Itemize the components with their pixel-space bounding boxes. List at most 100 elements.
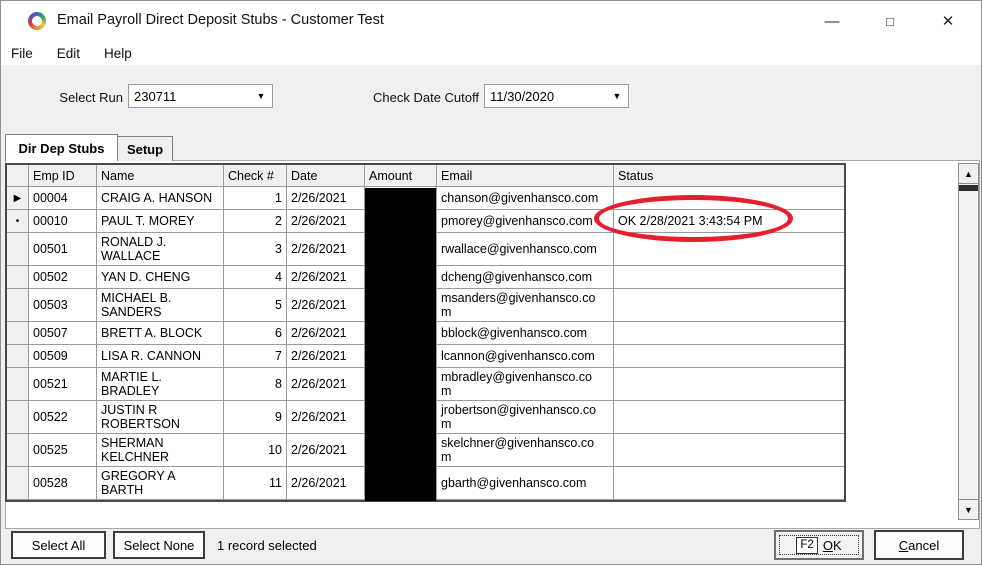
status-cell (614, 233, 844, 266)
status-cell (614, 289, 844, 322)
name-cell: JUSTIN R ROBERTSON (97, 401, 224, 434)
chevron-down-icon: ▼ (606, 91, 628, 101)
cancel-label: Cancel (899, 538, 939, 553)
date-cell: 2/26/2021 (287, 266, 365, 289)
name-cell: CRAIG A. HANSON (97, 187, 224, 210)
name-cell: YAN D. CHENG (97, 266, 224, 289)
menu-file[interactable]: File (11, 46, 43, 61)
ok-label: OK (823, 538, 842, 553)
check-number-cell: 1 (224, 187, 287, 210)
emp-id-cell: 00507 (29, 322, 97, 345)
date-cell: 2/26/2021 (287, 467, 365, 500)
close-icon: ✕ (942, 12, 955, 30)
ok-button[interactable]: F2 OK (774, 530, 864, 560)
emp-id-cell: 00004 (29, 187, 97, 210)
row-selector-cell[interactable] (7, 233, 29, 266)
date-cell: 2/26/2021 (287, 401, 365, 434)
select-none-button[interactable]: Select None (113, 531, 205, 559)
emp-id-cell: 00528 (29, 467, 97, 500)
date-cell: 2/26/2021 (287, 289, 365, 322)
header-emp-id[interactable]: Emp ID (29, 165, 97, 187)
check-number-cell: 9 (224, 401, 287, 434)
selection-status: 1 record selected (217, 538, 317, 553)
email-cell: pmorey@givenhansco.com (437, 210, 614, 233)
maximize-icon: □ (886, 14, 894, 29)
scroll-up-button[interactable]: ▲ (959, 164, 978, 184)
status-cell (614, 187, 844, 210)
status-cell (614, 345, 844, 368)
close-button[interactable]: ✕ (925, 1, 971, 41)
name-cell: MICHAEL B. SANDERS (97, 289, 224, 322)
select-all-button[interactable]: Select All (11, 531, 106, 559)
emp-id-cell: 00503 (29, 289, 97, 322)
status-cell (614, 368, 844, 401)
status-cell (614, 401, 844, 434)
email-cell: dcheng@givenhansco.com (437, 266, 614, 289)
emp-id-cell: 00521 (29, 368, 97, 401)
check-date-cutoff-label: Check Date Cutoff (359, 90, 479, 105)
select-run-dropdown[interactable]: 230711 ▼ (128, 84, 273, 108)
header-email[interactable]: Email (437, 165, 614, 187)
date-cell: 2/26/2021 (287, 187, 365, 210)
select-run-label: Select Run (31, 90, 123, 105)
tab-dir-dep-stubs[interactable]: Dir Dep Stubs (5, 134, 118, 161)
email-cell: chanson@givenhansco.com (437, 187, 614, 210)
email-cell: jrobertson@givenhansco.co m (437, 401, 614, 434)
maximize-button[interactable]: □ (867, 1, 913, 41)
date-cell: 2/26/2021 (287, 345, 365, 368)
check-number-cell: 8 (224, 368, 287, 401)
email-cell: lcannon@givenhansco.com (437, 345, 614, 368)
name-cell: GREGORY A BARTH (97, 467, 224, 500)
status-cell (614, 322, 844, 345)
grid-header-row: Emp ID Name Check # Date Amount Email St… (7, 165, 844, 187)
email-cell: rwallace@givenhansco.com (437, 233, 614, 266)
vertical-scrollbar[interactable]: ▲ ▼ (958, 163, 979, 520)
header-status[interactable]: Status (614, 165, 844, 187)
header-amount[interactable]: Amount (365, 165, 437, 187)
status-cell: OK 2/28/2021 3:43:54 PM (614, 210, 844, 233)
row-selector-cell[interactable]: • (7, 210, 29, 233)
check-number-cell: 3 (224, 233, 287, 266)
check-number-cell: 10 (224, 434, 287, 467)
menu-help[interactable]: Help (104, 46, 142, 61)
scroll-up-icon: ▲ (964, 169, 973, 179)
row-selector-cell[interactable] (7, 368, 29, 401)
check-number-cell: 11 (224, 467, 287, 500)
row-selector-cell[interactable] (7, 322, 29, 345)
emp-id-cell: 00010 (29, 210, 97, 233)
window-title: Email Payroll Direct Deposit Stubs - Cus… (57, 12, 384, 28)
email-cell: gbarth@givenhansco.com (437, 467, 614, 500)
scrollbar-thumb[interactable] (959, 185, 978, 191)
row-selector-cell[interactable] (7, 266, 29, 289)
header-selector-cell (7, 165, 29, 187)
check-number-cell: 6 (224, 322, 287, 345)
scroll-down-icon: ▼ (964, 505, 973, 515)
header-check[interactable]: Check # (224, 165, 287, 187)
status-cell (614, 467, 844, 500)
header-name[interactable]: Name (97, 165, 224, 187)
tab-setup[interactable]: Setup (118, 136, 173, 161)
row-selector-cell[interactable]: ▶ (7, 187, 29, 210)
row-selector-cell[interactable] (7, 345, 29, 368)
select-run-value: 230711 (129, 89, 250, 104)
row-selector-cell[interactable] (7, 434, 29, 467)
check-number-cell: 4 (224, 266, 287, 289)
minimize-button[interactable]: — (809, 1, 855, 41)
emp-id-cell: 00525 (29, 434, 97, 467)
check-number-cell: 2 (224, 210, 287, 233)
title-bar: Email Payroll Direct Deposit Stubs - Cus… (1, 1, 981, 41)
emp-id-cell: 00509 (29, 345, 97, 368)
row-selector-cell[interactable] (7, 289, 29, 322)
row-selector-cell[interactable] (7, 401, 29, 434)
scroll-down-button[interactable]: ▼ (959, 499, 978, 519)
check-date-cutoff-value: 11/30/2020 (485, 89, 606, 104)
cancel-button[interactable]: Cancel (874, 530, 964, 560)
header-date[interactable]: Date (287, 165, 365, 187)
check-date-cutoff-dropdown[interactable]: 11/30/2020 ▼ (484, 84, 629, 108)
app-icon (28, 12, 46, 30)
menu-edit[interactable]: Edit (57, 46, 90, 61)
date-cell: 2/26/2021 (287, 322, 365, 345)
name-cell: BRETT A. BLOCK (97, 322, 224, 345)
email-cell: skelchner@givenhansco.co m (437, 434, 614, 467)
row-selector-cell[interactable] (7, 467, 29, 500)
